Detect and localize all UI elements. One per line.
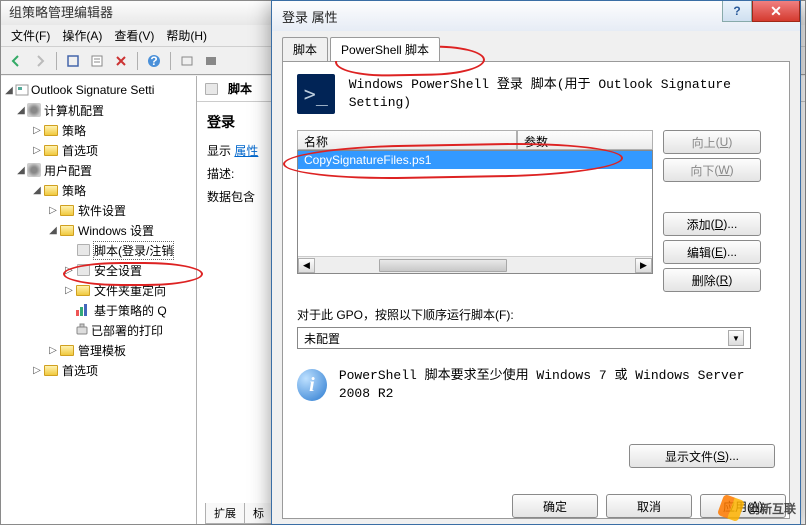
menu-help[interactable]: 帮助(H) xyxy=(160,27,213,44)
svg-text:?: ? xyxy=(733,4,740,18)
script-listbox[interactable]: 名称 参数 CopySignatureFiles.ps1 ◀ ▶ xyxy=(297,130,653,292)
tree-view[interactable]: ◢Outlook Signature Setti ◢计算机配置 ▷策略 ▷首选项… xyxy=(1,76,197,524)
list-item[interactable]: CopySignatureFiles.ps1 xyxy=(298,151,652,169)
powershell-header-text: Windows PowerShell 登录 脚本(用于 Outlook Sign… xyxy=(349,76,775,112)
toolbar-btn-1[interactable] xyxy=(62,50,84,72)
down-button[interactable]: 向下(W) xyxy=(663,158,761,182)
scroll-thumb[interactable] xyxy=(379,259,507,272)
bottom-tab-standard[interactable]: 标 xyxy=(244,503,273,524)
toolbar-btn-3[interactable] xyxy=(200,50,222,72)
dialog-titlebar[interactable]: 登录 属性 ? ✕ xyxy=(272,1,800,31)
toolbar-properties-icon[interactable] xyxy=(86,50,108,72)
tree-admin-templates[interactable]: 管理模板 xyxy=(78,342,126,359)
properties-dialog: 登录 属性 ? ✕ 脚本 PowerShell 脚本 >_ Windows Po… xyxy=(271,0,801,525)
chevron-down-icon: ▼ xyxy=(728,330,744,346)
column-param[interactable]: 参数 xyxy=(517,130,653,150)
show-files-button[interactable]: 显示文件(S)... xyxy=(629,444,775,468)
tree-software[interactable]: 软件设置 xyxy=(78,202,126,219)
tree-windows[interactable]: Windows 设置 xyxy=(78,222,154,239)
remove-button[interactable]: 删除(R) xyxy=(663,268,761,292)
horizontal-scrollbar[interactable]: ◀ ▶ xyxy=(298,256,652,273)
tree-computer-prefs[interactable]: 首选项 xyxy=(62,142,98,159)
scroll-track[interactable] xyxy=(315,258,635,273)
watermark-logo-icon xyxy=(720,497,742,519)
column-name[interactable]: 名称 xyxy=(297,130,517,150)
help-button[interactable]: ? xyxy=(722,1,752,22)
tree-qos[interactable]: 基于策略的 Q xyxy=(94,302,167,319)
tree-printers[interactable]: 已部署的打印 xyxy=(91,322,163,339)
menu-action[interactable]: 操作(A) xyxy=(56,27,108,44)
computer-icon xyxy=(27,103,41,117)
tab-strip: 脚本 PowerShell 脚本 xyxy=(282,39,790,61)
toolbar-help-icon[interactable]: ? xyxy=(143,50,165,72)
toolbar-separator xyxy=(170,52,171,70)
svg-text:?: ? xyxy=(150,54,157,68)
tab-scripts[interactable]: 脚本 xyxy=(282,37,328,61)
tree-computer[interactable]: 计算机配置 xyxy=(44,102,104,119)
show-label: 显示 xyxy=(207,144,231,158)
tree-user-policy[interactable]: 策略 xyxy=(62,182,86,199)
scroll-right[interactable]: ▶ xyxy=(635,258,652,273)
tree-root[interactable]: Outlook Signature Setti xyxy=(31,83,154,97)
cancel-button[interactable]: 取消 xyxy=(606,494,692,518)
watermark-text: 创新互联 xyxy=(748,500,796,517)
watermark: 创新互联 xyxy=(720,497,796,519)
tree-scripts[interactable]: 脚本(登录/注销 xyxy=(94,242,173,259)
ok-button[interactable]: 确定 xyxy=(512,494,598,518)
toolbar-delete-icon[interactable] xyxy=(110,50,132,72)
properties-link[interactable]: 属性 xyxy=(234,144,258,158)
user-icon xyxy=(27,163,41,177)
dialog-title: 登录 属性 xyxy=(282,7,338,26)
back-button[interactable] xyxy=(5,50,27,72)
add-button[interactable]: 添加(D)... xyxy=(663,212,761,236)
toolbar-separator xyxy=(56,52,57,70)
tree-folder-redirect[interactable]: 文件夹重定向 xyxy=(94,282,166,299)
info-icon: i xyxy=(297,369,327,401)
powershell-icon: >_ xyxy=(297,74,335,114)
menu-file[interactable]: 文件(F) xyxy=(5,27,56,44)
tree-user-prefs[interactable]: 首选项 xyxy=(62,362,98,379)
order-value: 未配置 xyxy=(304,330,340,347)
close-button[interactable]: ✕ xyxy=(752,1,800,22)
order-label: 对于此 GPO，按照以下顺序运行脚本(F): xyxy=(297,306,775,323)
scroll-left[interactable]: ◀ xyxy=(298,258,315,273)
tab-powershell[interactable]: PowerShell 脚本 xyxy=(330,37,440,61)
tree-user[interactable]: 用户配置 xyxy=(44,162,92,179)
tab-body: >_ Windows PowerShell 登录 脚本(用于 Outlook S… xyxy=(282,61,790,519)
tree-security[interactable]: 安全设置 xyxy=(94,262,142,279)
bottom-tab-extended[interactable]: 扩展 xyxy=(205,503,245,524)
content-header-label: 脚本 xyxy=(228,80,252,97)
tree-computer-policy[interactable]: 策略 xyxy=(62,122,86,139)
up-button[interactable]: 向上(U) xyxy=(663,130,761,154)
forward-button[interactable] xyxy=(29,50,51,72)
order-select[interactable]: 未配置 ▼ xyxy=(297,327,751,349)
menu-view[interactable]: 查看(V) xyxy=(108,27,160,44)
info-text: PowerShell 脚本要求至少使用 Windows 7 或 Windows … xyxy=(339,367,775,403)
toolbar-separator xyxy=(137,52,138,70)
toolbar-btn-2[interactable] xyxy=(176,50,198,72)
edit-button[interactable]: 编辑(E)... xyxy=(663,240,761,264)
